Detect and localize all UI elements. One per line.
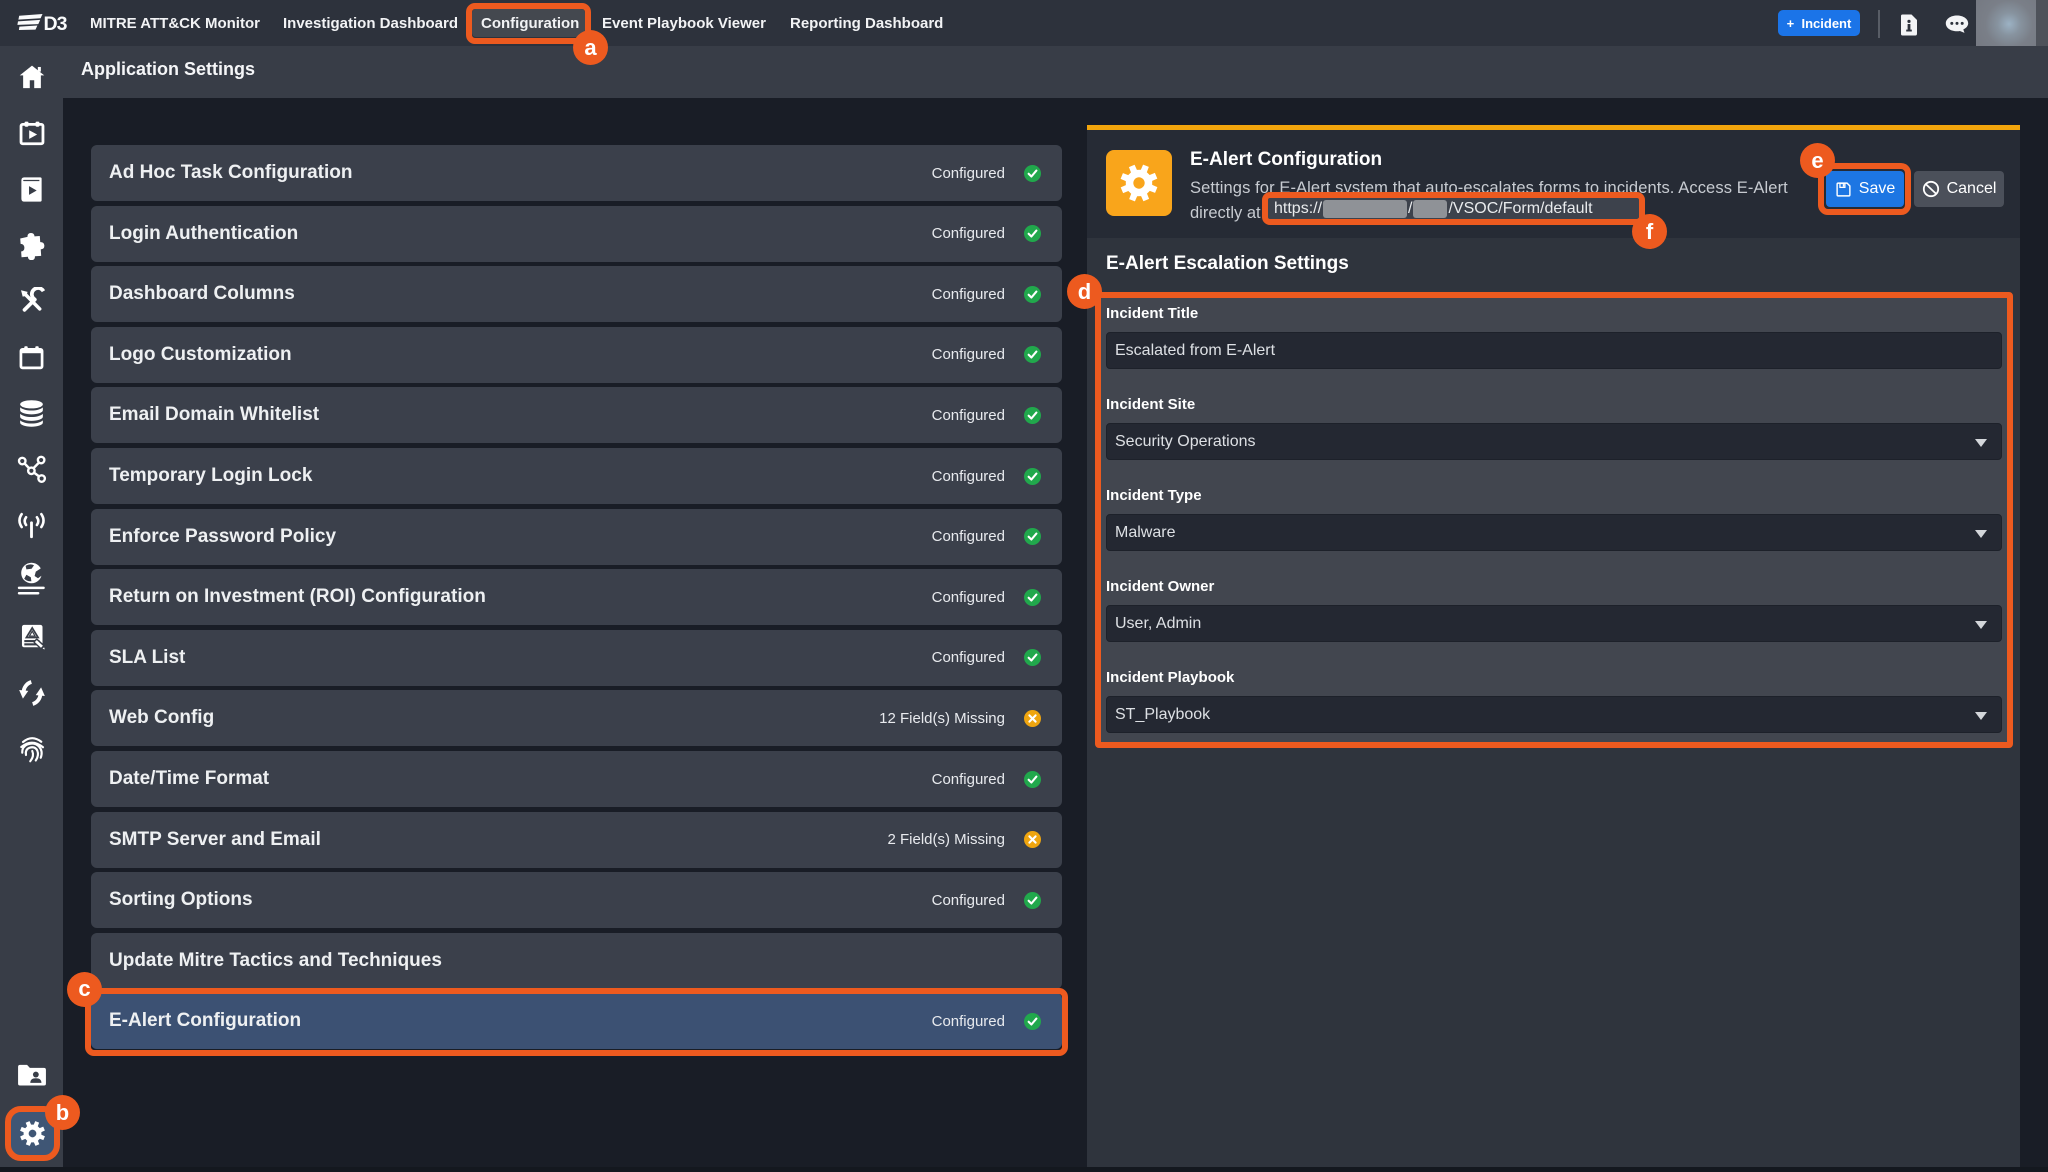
svg-text:D3: D3	[44, 13, 68, 33]
